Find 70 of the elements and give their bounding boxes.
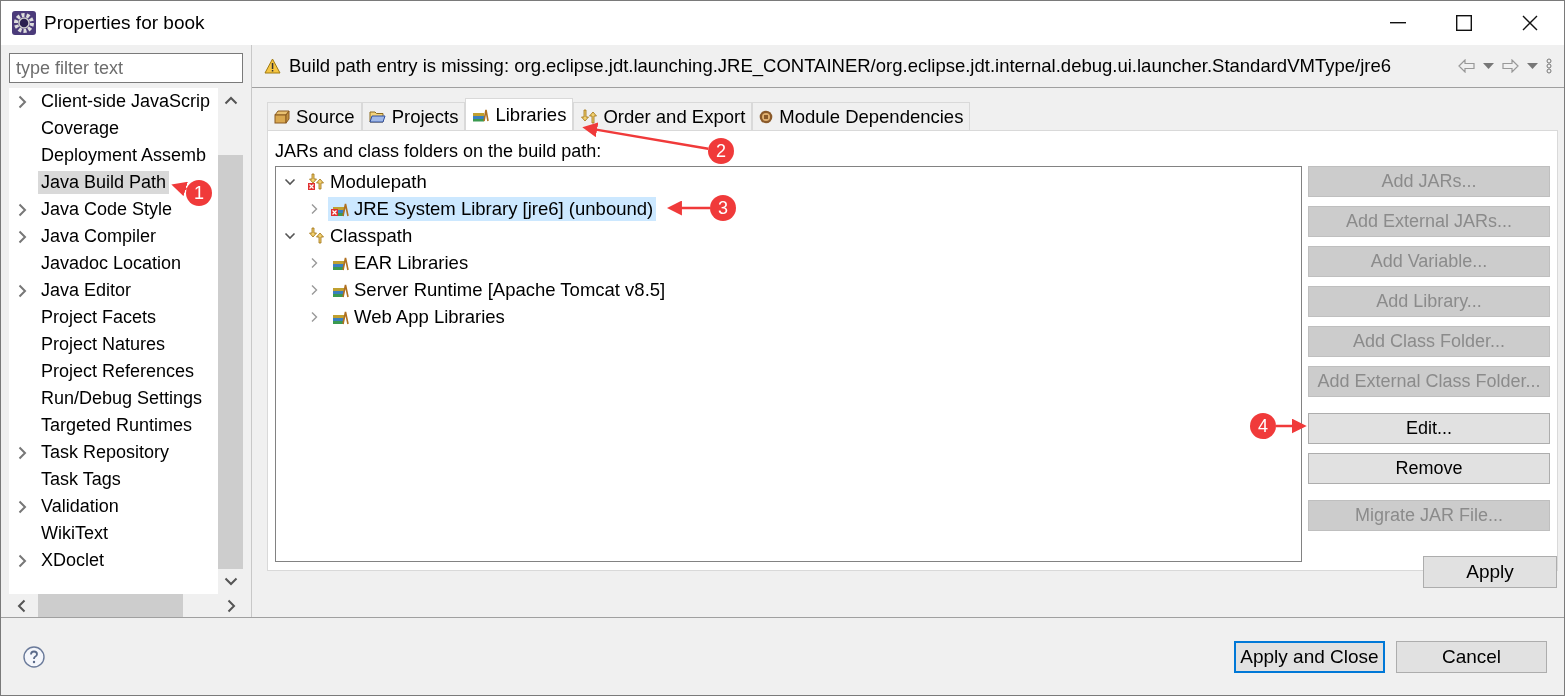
sidebar-item[interactable]: Run/Debug Settings [38, 387, 206, 410]
books-icon [472, 107, 490, 122]
up-chevron-icon[interactable] [223, 96, 238, 105]
section-label: JARs and class folders on the build path: [275, 141, 602, 162]
window-title: Properties for book [44, 12, 205, 34]
help-icon[interactable] [23, 645, 45, 668]
sidebar-item[interactable]: Validation [38, 495, 122, 518]
sidebar-item[interactable]: Javadoc Location [38, 252, 185, 275]
sidebar-item[interactable]: Java Build Path [38, 171, 170, 194]
sidebar-item[interactable]: Client-side JavaScrip [38, 90, 214, 113]
forward-arrow-icon[interactable] [1502, 59, 1519, 73]
minimize-icon[interactable] [1390, 22, 1406, 24]
filter-field[interactable]: type filter text [9, 53, 243, 83]
tree-item[interactable]: JRE System Library [jre6] (unbound) [328, 196, 657, 221]
chevron-icon[interactable] [18, 283, 27, 298]
tab[interactable]: Order and Export [573, 102, 753, 130]
tree-item[interactable]: Modulepath [304, 169, 430, 194]
left-chevron-icon[interactable] [17, 598, 26, 613]
back-arrow-icon[interactable] [1458, 59, 1475, 73]
sidebar-item[interactable]: XDoclet [38, 549, 108, 572]
chevron-icon[interactable] [18, 202, 27, 217]
error-message: Build path entry is missing: org.eclipse.jdt.launching.JRE_CONTAINER/org.eclipse.jdt.internal.debug.ui.launcher.StandardVMType/jre6 [289, 55, 1391, 77]
action-button[interactable]: Remove [1308, 453, 1550, 484]
chevron-icon[interactable] [18, 553, 27, 568]
tree-item[interactable]: EAR Libraries [328, 250, 472, 275]
order-arrows-icon [580, 109, 598, 124]
tree-item[interactable]: Classpath [304, 223, 416, 248]
tree-item[interactable]: Web App Libraries [328, 304, 508, 329]
pointer-arrow [666, 200, 710, 216]
tab[interactable]: Source [267, 102, 362, 130]
folder-icon [368, 110, 386, 123]
dropdown-icon[interactable] [1483, 63, 1494, 69]
action-button[interactable]: Edit... [1308, 413, 1550, 444]
sidebar-item[interactable]: Project Natures [38, 333, 169, 356]
pointer-arrow [1276, 418, 1307, 434]
more-icon[interactable] [1546, 58, 1552, 74]
sidebar-item[interactable]: Targeted Runtimes [38, 414, 196, 437]
chevron-icon[interactable] [18, 94, 27, 109]
chevron-icon[interactable] [18, 445, 27, 460]
chevron-icon[interactable] [18, 499, 27, 514]
apply-button[interactable]: Apply [1423, 556, 1557, 588]
tab[interactable]: Libraries [465, 98, 574, 130]
package-icon [274, 109, 290, 124]
dropdown-icon[interactable] [1527, 63, 1538, 69]
sidebar-item[interactable]: Project References [38, 360, 198, 383]
sidebar-item[interactable]: Java Compiler [38, 225, 160, 248]
tab[interactable]: Projects [361, 102, 466, 130]
tab[interactable]: Module Dependencies [752, 102, 971, 130]
right-chevron-icon[interactable] [227, 598, 236, 613]
chevron-icon[interactable] [18, 229, 27, 244]
sidebar-item[interactable]: Task Repository [38, 441, 173, 464]
module-icon [759, 109, 774, 124]
close-icon[interactable] [1522, 15, 1538, 31]
dialog-button[interactable]: Apply and Close [1234, 640, 1385, 673]
gear-icon [12, 11, 36, 35]
sidebar-item[interactable]: Coverage [38, 117, 123, 140]
expand-chevron-icon[interactable] [284, 231, 296, 240]
sidebar-item[interactable]: Java Editor [38, 279, 135, 302]
tree-item[interactable]: Server Runtime [Apache Tomcat v8.5] [328, 277, 669, 302]
sidebar-item[interactable]: Project Facets [38, 306, 160, 329]
dialog-button[interactable]: Cancel [1396, 640, 1547, 673]
expand-chevron-icon[interactable] [284, 177, 296, 186]
sidebar-item[interactable]: Java Code Style [38, 198, 176, 221]
down-chevron-icon[interactable] [223, 577, 238, 586]
sidebar-item[interactable]: Task Tags [38, 468, 124, 491]
maximize-icon[interactable] [1456, 15, 1472, 31]
sidebar-item[interactable]: WikiText [38, 522, 111, 545]
sidebar-item[interactable]: Deployment Assemb [38, 144, 210, 167]
warning-icon [264, 58, 281, 74]
pointer-arrow [171, 181, 188, 197]
